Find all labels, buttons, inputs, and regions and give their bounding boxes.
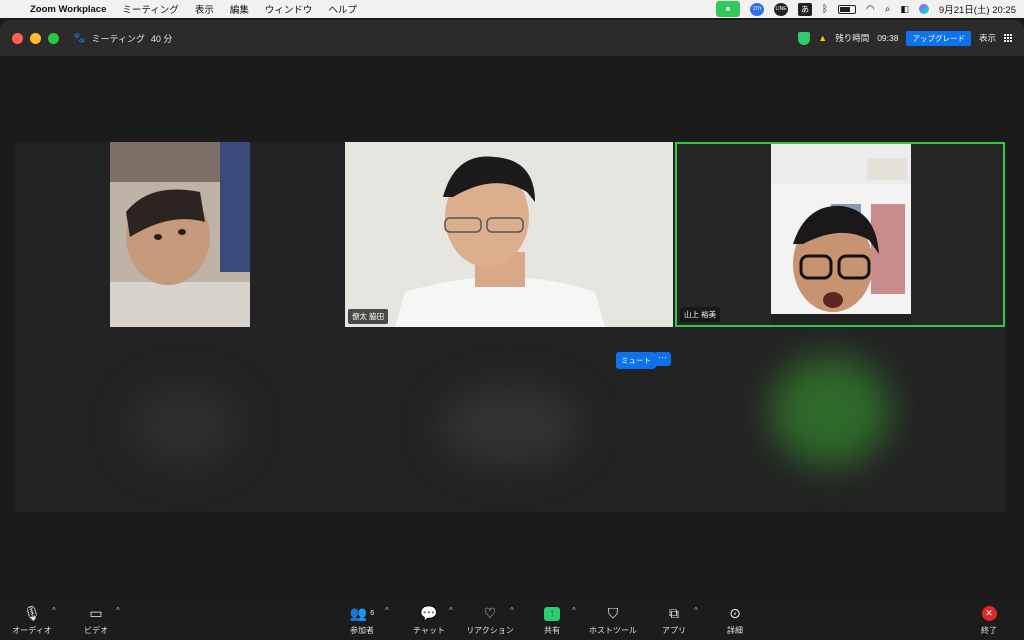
minimize-window-button[interactable] (30, 32, 41, 44)
reactions-label: リアクション (466, 625, 514, 635)
participant-video-feed (771, 144, 911, 325)
participants-icon: 👥 (349, 605, 368, 621)
meeting-title: 🐾 ミーティング 40 分 (73, 32, 172, 45)
more-label: 詳細 (727, 625, 743, 635)
end-label: 終了 (981, 625, 997, 635)
video-tile-participant-2[interactable]: 僚太 脇田 (345, 142, 673, 327)
siri-icon[interactable] (918, 4, 929, 14)
battery-icon[interactable] (838, 4, 857, 14)
participants-label: 参加者 (350, 625, 374, 635)
menu-window[interactable]: ウィンドウ (265, 2, 313, 16)
menu-help[interactable]: ヘルプ (328, 2, 357, 16)
more-button[interactable]: ⊙ 詳細 (722, 600, 748, 640)
participants-button[interactable]: 👥 6 参加者 (344, 600, 380, 640)
participant-name-tag: 僚太 脇田 (348, 309, 389, 324)
remaining-time-label: 残り時間 (835, 33, 870, 43)
line-icon[interactable]: LINE (774, 2, 789, 16)
zoom-meeting-window: 🐾 ミーティング 40 分 ▲ 残り時間 09:38 アップグレード 表示 僚太… (0, 20, 1024, 640)
chat-button[interactable]: 💬 チャット (410, 600, 448, 640)
upgrade-button[interactable]: アップグレード (906, 30, 971, 46)
apps-button[interactable]: ⧉ アプリ (660, 600, 688, 640)
participants-options-chevron-icon[interactable]: ^ (385, 606, 389, 615)
wifi-icon[interactable]: ◠ (866, 4, 875, 15)
share-label: 共有 (544, 625, 560, 635)
shield-icon: ⛉ (607, 605, 619, 621)
participants-count: 6 (370, 610, 375, 617)
microphone-icon: 🎙 (23, 605, 41, 621)
window-titlebar: 🐾 ミーティング 40 分 ▲ 残り時間 09:38 アップグレード 表示 (0, 20, 1024, 56)
meeting-label: ミーティング (91, 33, 145, 44)
reactions-button[interactable]: ♡ リアクション (464, 600, 516, 640)
share-options-chevron-icon[interactable]: ^ (572, 606, 576, 615)
menu-meeting[interactable]: ミーティング (122, 2, 178, 16)
menubar-clock[interactable]: 9月21日(土) 20:25 (939, 2, 1016, 16)
encryption-shield-icon[interactable] (798, 31, 811, 45)
blurred-green-glow (770, 356, 890, 466)
blurred-shape (130, 386, 240, 466)
menu-edit[interactable]: 編集 (230, 2, 249, 16)
audio-options-chevron-icon[interactable]: ^ (52, 606, 56, 615)
video-options-chevron-icon[interactable]: ^ (116, 606, 120, 615)
participant-video-feed (345, 142, 673, 327)
fullscreen-window-button[interactable] (48, 32, 59, 44)
warning-icon: ▲ (818, 33, 828, 43)
zoom-menubar-icon[interactable]: zm (750, 2, 765, 16)
control-center-icon[interactable]: ◧ (900, 4, 909, 15)
gallery-view-icon[interactable] (1004, 34, 1012, 42)
meeting-duration: 40 分 (150, 33, 173, 44)
window-controls (12, 32, 59, 44)
share-arrow-icon: ↑ (544, 606, 560, 621)
close-window-button[interactable] (12, 32, 23, 44)
search-icon[interactable]: ⌕ (885, 4, 891, 15)
bluetooth-icon[interactable]: ᛒ (822, 4, 828, 15)
ellipsis-icon: ⊙ (729, 605, 741, 621)
participant-name-tag: 山上 裕美 (680, 307, 721, 322)
host-tools-label: ホストツール (589, 625, 637, 635)
menu-view[interactable]: 表示 (195, 2, 214, 16)
apps-label: アプリ (662, 625, 686, 635)
video-label: ビデオ (84, 625, 108, 635)
chat-label: チャット (413, 625, 445, 635)
remaining-time-value: 09:38 (877, 33, 899, 43)
share-screen-button[interactable]: ↑ 共有 (538, 600, 566, 640)
apps-options-chevron-icon[interactable]: ^ (694, 606, 698, 615)
video-tile-participant-1[interactable] (110, 142, 250, 327)
chat-options-chevron-icon[interactable]: ^ (449, 606, 453, 615)
video-tile-participant-3-active[interactable]: 山上 裕美 (675, 142, 1005, 327)
end-x-icon: ✕ (981, 606, 997, 621)
mute-participant-button[interactable]: ミュート (616, 352, 656, 369)
blurred-shape (440, 386, 580, 466)
zoom-camera-status-icon[interactable]: ■ (716, 1, 741, 17)
audio-label: オーディオ (12, 625, 52, 635)
participant-video-feed (110, 142, 250, 327)
input-method-indicator[interactable]: あ (798, 2, 813, 16)
participant-more-options-button[interactable]: ··· (654, 352, 671, 366)
reactions-options-chevron-icon[interactable]: ^ (510, 606, 514, 615)
video-button[interactable]: ▭ ビデオ (80, 600, 112, 640)
heart-icon: ♡ (483, 605, 497, 621)
camera-icon: ▭ (89, 605, 103, 621)
view-button-label[interactable]: 表示 (979, 32, 996, 44)
paw-icon: 🐾 (73, 32, 86, 44)
end-meeting-button[interactable]: ✕ 終了 (976, 600, 1002, 640)
menu-bar: Zoom Workplace ミーティング 表示 編集 ウィンドウ ヘルプ ■ … (0, 0, 1024, 18)
audio-button[interactable]: 🎙 オーディオ (12, 600, 52, 640)
host-tools-button[interactable]: ⛉ ホストツール (586, 600, 640, 640)
meeting-stage: 僚太 脇田 山上 裕美 ミュート ··· (0, 56, 1024, 600)
menu-app-name[interactable]: Zoom Workplace (30, 4, 106, 15)
apps-icon: ⧉ (669, 605, 679, 621)
meeting-controls-toolbar: 🎙 オーディオ ^ ▭ ビデオ ^ 👥 6 参加者 ^ 💬 チャット ^ ♡ リア… (0, 600, 1024, 640)
chat-icon: 💬 (420, 605, 438, 621)
